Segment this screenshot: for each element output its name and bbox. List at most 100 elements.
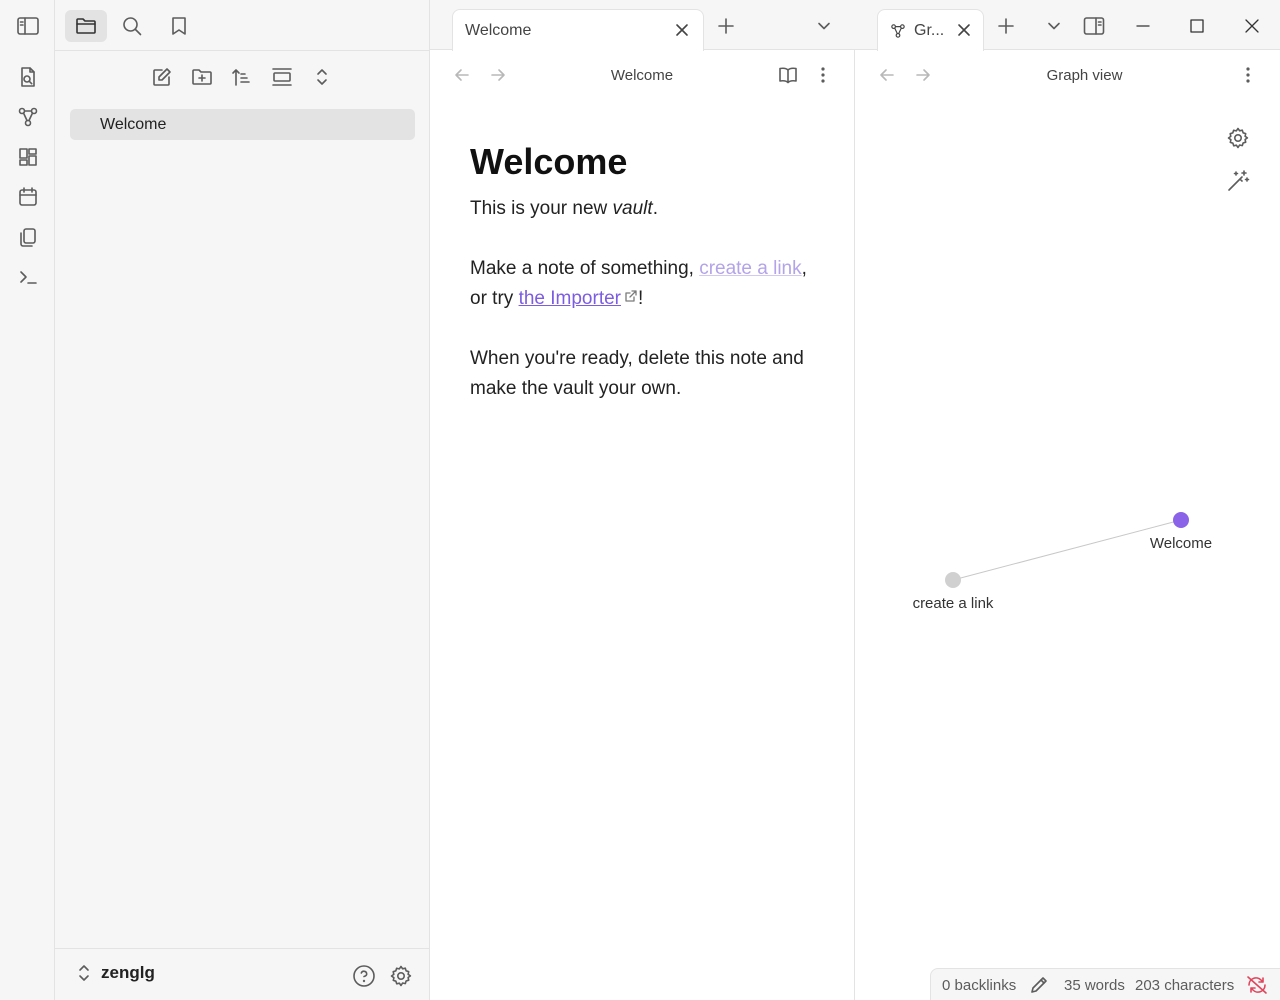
close-icon xyxy=(674,22,690,38)
help-icon xyxy=(352,964,376,988)
minimize-icon xyxy=(1135,18,1151,34)
templates-icon[interactable] xyxy=(14,223,42,251)
maximize-button[interactable] xyxy=(1183,12,1211,40)
sync-status-button[interactable] xyxy=(1246,975,1268,995)
plus-icon xyxy=(717,17,735,35)
tab-title: Welcome xyxy=(465,22,532,39)
graph-tab-icon xyxy=(890,23,906,39)
ribbon xyxy=(0,0,55,1000)
view-title[interactable]: Graph view xyxy=(872,67,1280,84)
book-open-icon xyxy=(777,65,799,85)
tab-bookmarks[interactable] xyxy=(158,10,200,42)
new-tab-button[interactable] xyxy=(992,12,1020,40)
note-content[interactable]: Welcome This is your new vault. Make a n… xyxy=(470,140,820,434)
close-icon xyxy=(1244,18,1260,34)
graph-canvas[interactable]: Welcome create a link xyxy=(855,99,1280,959)
status-bar: 0 backlinks 35 words 203 characters xyxy=(930,968,1280,1000)
more-vertical-icon xyxy=(820,66,826,84)
graph-node-label: create a link xyxy=(913,595,994,612)
note-view-header: Welcome xyxy=(430,51,854,99)
more-vertical-icon xyxy=(1245,66,1251,84)
toggle-right-sidebar-button[interactable] xyxy=(1080,12,1108,40)
note-paragraph-1: This is your new vault. xyxy=(470,194,820,224)
backlinks-count[interactable]: 0 backlinks xyxy=(942,977,1016,994)
text-run: This is your new xyxy=(470,198,613,219)
chevron-down-icon xyxy=(816,18,832,34)
new-folder-button[interactable] xyxy=(187,62,217,92)
close-window-button[interactable] xyxy=(1238,12,1266,40)
graph-node-create-a-link[interactable] xyxy=(945,572,961,588)
auto-reveal-icon xyxy=(271,66,293,88)
minimize-button[interactable] xyxy=(1129,12,1157,40)
close-tab-button[interactable] xyxy=(668,16,696,44)
sidebar-divider xyxy=(55,50,430,51)
sidebar-toggle-icon xyxy=(16,15,40,37)
editing-mode-button[interactable] xyxy=(1029,975,1049,995)
vault-switcher[interactable]: zenglg xyxy=(77,963,155,983)
tab-files[interactable] xyxy=(65,10,107,42)
graph-view-icon[interactable] xyxy=(14,103,42,131)
external-link-importer[interactable]: the Importer xyxy=(519,288,621,309)
tab-title: Gr... xyxy=(914,22,945,39)
reading-view-button[interactable] xyxy=(774,61,802,89)
new-folder-icon xyxy=(191,67,213,87)
sidebar-toggle-button[interactable] xyxy=(0,10,55,42)
graph-node-welcome[interactable] xyxy=(1173,512,1189,528)
note-paragraph-2: Make a note of something, create a link,… xyxy=(470,254,820,314)
new-tab-button[interactable] xyxy=(712,12,740,40)
tab-list-button[interactable] xyxy=(1040,12,1068,40)
graph-node-label: Welcome xyxy=(1150,535,1212,552)
maximize-icon xyxy=(1189,18,1205,34)
note-paragraph-3: When you're ready, delete this note and … xyxy=(470,348,804,399)
plus-icon xyxy=(997,17,1015,35)
left-sidebar: Welcome zenglg xyxy=(16,0,430,1000)
folder-icon xyxy=(75,16,97,36)
tab-list-button[interactable] xyxy=(810,12,838,40)
more-options-button[interactable] xyxy=(809,61,837,89)
canvas-icon[interactable] xyxy=(14,143,42,171)
bookmark-icon xyxy=(169,15,189,37)
help-button[interactable] xyxy=(351,963,377,989)
sync-off-icon xyxy=(1246,975,1268,995)
pencil-icon xyxy=(1029,975,1049,995)
sidebar-right-icon xyxy=(1083,16,1105,36)
quick-switcher-icon[interactable] xyxy=(14,63,42,91)
new-note-icon xyxy=(151,66,173,88)
auto-reveal-button[interactable] xyxy=(267,62,297,92)
tab-welcome[interactable]: Welcome xyxy=(452,9,704,51)
settings-button[interactable] xyxy=(388,963,414,989)
character-count: 203 characters xyxy=(1135,977,1235,994)
graph-view-header: Graph view xyxy=(855,51,1280,99)
collapse-all-button[interactable] xyxy=(307,62,337,92)
chevron-down-icon xyxy=(1046,18,1062,34)
gear-icon xyxy=(389,964,413,988)
command-palette-icon[interactable] xyxy=(14,263,42,291)
vault-profile-bar: zenglg xyxy=(55,948,430,1000)
graph-tab-strip: Gr... xyxy=(855,0,1280,51)
note-pane: Welcome Welcome Welcome This is your new… xyxy=(430,0,855,1000)
graph-edge xyxy=(952,519,1182,581)
vault-name: zenglg xyxy=(101,963,155,982)
search-icon xyxy=(121,15,143,37)
internal-link-create-a-link[interactable]: create a link xyxy=(699,258,801,279)
sort-button[interactable] xyxy=(227,62,257,92)
close-tab-button[interactable] xyxy=(950,16,978,44)
external-link-icon xyxy=(624,289,638,303)
text-run: ! xyxy=(638,288,644,309)
note-heading: Welcome xyxy=(470,141,628,182)
more-options-button[interactable] xyxy=(1234,61,1262,89)
sort-icon xyxy=(231,66,253,88)
tab-search[interactable] xyxy=(111,10,153,42)
graph-pane: Gr... Graph view Welcome create a link xyxy=(855,0,1280,1000)
emphasis-text: vault xyxy=(612,198,653,219)
tab-graph-view[interactable]: Gr... xyxy=(877,9,984,51)
close-icon xyxy=(956,22,972,38)
note-tab-strip: Welcome xyxy=(430,0,855,51)
new-note-button[interactable] xyxy=(147,62,177,92)
file-item-welcome[interactable]: Welcome xyxy=(70,109,415,140)
text-run: Make a note of something, xyxy=(470,258,700,279)
text-run: . xyxy=(652,198,658,219)
word-count: 35 words xyxy=(1064,977,1125,994)
chevron-up-down-icon xyxy=(77,963,91,983)
daily-note-icon[interactable] xyxy=(14,183,42,211)
